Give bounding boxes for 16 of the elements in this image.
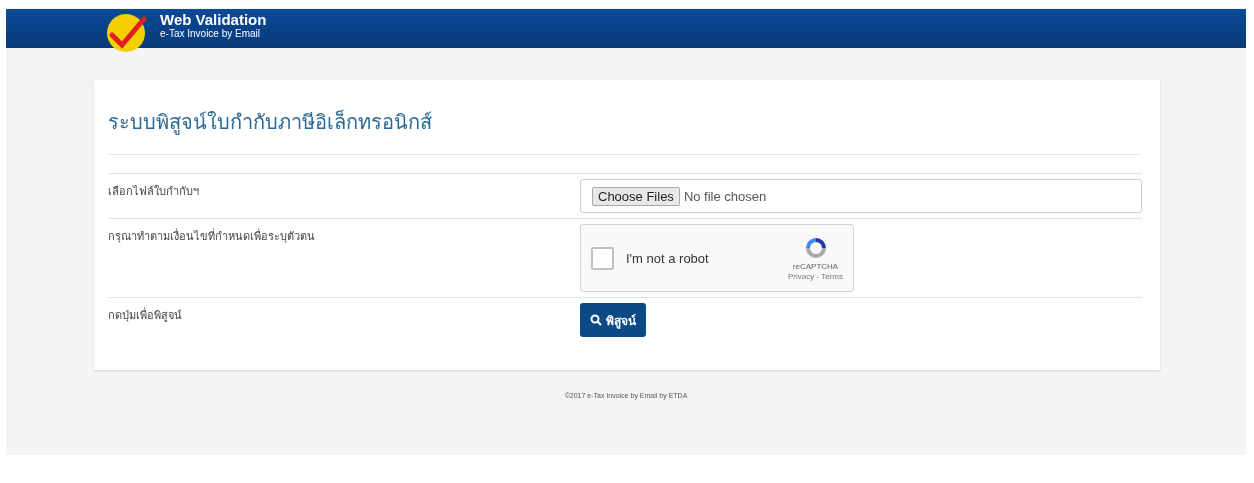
app-title: Web Validation — [160, 11, 267, 28]
field-label: กดปุ่มเพื่อพิสูจน์ — [108, 306, 183, 324]
search-icon — [590, 314, 602, 326]
field-label: เลือกไฟล์ใบกำกับฯ — [108, 184, 200, 199]
captcha-label: I'm not a robot — [626, 250, 710, 266]
page-title: ระบบพิสูจน์ใบกำกับภาษีอิเล็กทรอนิกส์ — [108, 106, 1142, 155]
verify-button[interactable]: พิสูจน์ — [580, 303, 646, 337]
field-label: กรุณาทำตามเงื่อนไขที่กำหนดเพื่อระบุตัวตน — [108, 227, 316, 245]
captcha-checkbox[interactable] — [591, 246, 614, 270]
file-input-field[interactable]: Choose Files No file chosen — [580, 179, 1142, 213]
file-status-text: No file chosen — [683, 188, 767, 204]
checkmark-logo-icon — [106, 13, 148, 53]
privacy-terms-links[interactable]: Privacy - Terms — [788, 272, 843, 281]
choose-files-button[interactable]: Choose Files — [592, 186, 680, 206]
app-subtitle: e-Tax Invoice by Email — [160, 28, 262, 40]
recaptcha-brand: reCAPTCHA — [792, 262, 839, 271]
